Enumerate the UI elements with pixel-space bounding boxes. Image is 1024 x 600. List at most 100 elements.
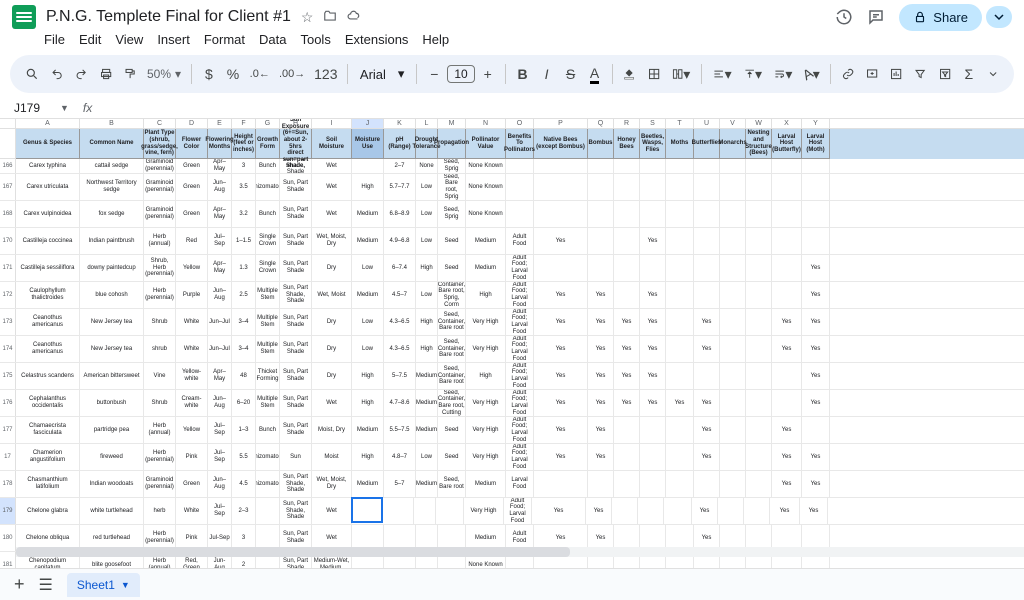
cell[interactable]: Adult Food; Larval Food xyxy=(506,390,534,416)
cell[interactable]: Multiple Stem xyxy=(256,336,280,362)
cell[interactable] xyxy=(352,159,384,173)
col-header-C[interactable]: C xyxy=(144,119,176,128)
cell[interactable]: 5–7 xyxy=(384,471,416,497)
cell[interactable]: Northwest Territory sedge xyxy=(80,174,144,200)
cell[interactable]: None Known xyxy=(466,159,506,173)
cell[interactable]: Sun, Part Shade xyxy=(280,201,312,227)
col-header-V[interactable]: V xyxy=(720,119,746,128)
cell[interactable]: High xyxy=(466,282,506,308)
cell[interactable] xyxy=(746,309,772,335)
cell[interactable] xyxy=(534,471,588,497)
cell[interactable]: Medium xyxy=(416,417,438,443)
cell[interactable]: Sun, Part Shade xyxy=(280,390,312,416)
cell[interactable] xyxy=(640,471,666,497)
horizontal-scrollbar[interactable] xyxy=(16,547,1024,557)
cell[interactable]: 5.5–7.5 xyxy=(384,417,416,443)
cell[interactable] xyxy=(614,444,640,470)
cell[interactable] xyxy=(351,497,383,523)
header-cell[interactable]: Genus & Species xyxy=(16,129,80,159)
currency-icon[interactable]: $ xyxy=(198,62,220,86)
cell[interactable]: Ceanothus americanus xyxy=(16,309,80,335)
cell[interactable] xyxy=(534,255,588,281)
font-select[interactable]: Arial▾ xyxy=(354,64,411,84)
cell[interactable] xyxy=(720,255,746,281)
cell[interactable]: Seed, Bare root, Sprig xyxy=(438,174,466,200)
cell[interactable] xyxy=(746,255,772,281)
cell[interactable]: Ceanothus americanus xyxy=(16,336,80,362)
col-header-T[interactable]: T xyxy=(666,119,694,128)
col-header-N[interactable]: N xyxy=(466,119,506,128)
cell[interactable] xyxy=(534,159,588,173)
col-header-P[interactable]: P xyxy=(534,119,588,128)
strikethrough-icon[interactable]: S xyxy=(560,62,582,86)
row-header[interactable]: 178 xyxy=(0,471,16,497)
cell[interactable]: Bunch xyxy=(256,159,280,173)
cell[interactable]: Chelone glabra xyxy=(16,498,80,524)
cell[interactable]: Sun, Part Shade xyxy=(280,228,312,254)
col-header-X[interactable]: X xyxy=(772,119,802,128)
cell[interactable]: Yes xyxy=(640,390,666,416)
cell[interactable]: Adult Food; Larval Food xyxy=(506,444,534,470)
cell[interactable]: Low xyxy=(352,309,384,335)
cell[interactable] xyxy=(720,201,746,227)
cell[interactable]: 5–7.5 xyxy=(384,363,416,389)
cell[interactable]: 2–7 xyxy=(384,159,416,173)
cell[interactable] xyxy=(802,228,830,254)
cell[interactable]: Seed xyxy=(438,417,466,443)
col-header-R[interactable]: R xyxy=(614,119,640,128)
cell[interactable]: Dry xyxy=(312,309,352,335)
cell[interactable]: Seed xyxy=(438,228,466,254)
cell[interactable]: Seed xyxy=(438,255,466,281)
merge-icon[interactable]: ▾ xyxy=(667,62,695,87)
cell[interactable]: Jun–Aug xyxy=(208,174,232,200)
cell[interactable]: Adult Food; Larval Food xyxy=(506,282,534,308)
cell[interactable]: Herb (annual) xyxy=(144,228,176,254)
cell[interactable]: Wet, Moist, Dry xyxy=(312,471,352,497)
cell[interactable]: Medium xyxy=(416,471,438,497)
cell[interactable] xyxy=(436,498,464,524)
cell[interactable]: 3.5 xyxy=(232,174,256,200)
header-cell[interactable]: Pollinator Value xyxy=(466,129,506,159)
cell[interactable]: New Jersey tea xyxy=(80,309,144,335)
increase-decimal-icon[interactable]: .00→ xyxy=(276,64,309,84)
cell[interactable]: Apr–May xyxy=(208,159,232,173)
cell[interactable]: Very High xyxy=(464,498,504,524)
cell[interactable]: Yellow xyxy=(176,255,208,281)
cell[interactable]: Low xyxy=(416,444,438,470)
cell[interactable] xyxy=(746,336,772,362)
menu-file[interactable]: File xyxy=(44,32,65,47)
cell[interactable] xyxy=(720,228,746,254)
cell[interactable]: Adult Food; Larval Food xyxy=(506,309,534,335)
cell[interactable] xyxy=(802,201,830,227)
cell[interactable]: 2–3 xyxy=(232,498,256,524)
cell[interactable]: Yellow-white xyxy=(176,363,208,389)
cell[interactable] xyxy=(746,471,772,497)
cell[interactable]: Herb (perennial) xyxy=(144,282,176,308)
cell[interactable] xyxy=(718,498,744,524)
cell[interactable]: Medium xyxy=(352,282,384,308)
cell[interactable]: Wet, Moist xyxy=(312,282,352,308)
cell[interactable] xyxy=(694,255,720,281)
row-header[interactable]: 174 xyxy=(0,336,16,362)
cell[interactable]: Medium xyxy=(416,363,438,389)
cell[interactable] xyxy=(666,417,694,443)
chevron-down-icon[interactable]: ▼ xyxy=(60,103,69,113)
cell[interactable]: Castilleja coccinea xyxy=(16,228,80,254)
cell[interactable]: Adult Food; Larval Food xyxy=(506,255,534,281)
cell[interactable]: Sun, Part Shade xyxy=(280,255,312,281)
cell[interactable]: Yes xyxy=(588,282,614,308)
cell[interactable] xyxy=(746,444,772,470)
row-header[interactable]: 177 xyxy=(0,417,16,443)
cell[interactable]: Shrub xyxy=(144,309,176,335)
filter-icon[interactable] xyxy=(909,63,931,85)
borders-icon[interactable] xyxy=(643,63,665,85)
cell[interactable]: Yes xyxy=(666,390,694,416)
cell[interactable]: High xyxy=(352,174,384,200)
cell[interactable]: Low xyxy=(416,201,438,227)
cell[interactable]: 6–7.4 xyxy=(384,255,416,281)
cell[interactable] xyxy=(382,498,414,524)
cell[interactable]: Medium xyxy=(352,417,384,443)
cell[interactable]: Jun–Aug xyxy=(208,471,232,497)
row-header[interactable]: 170 xyxy=(0,228,16,254)
cell[interactable]: 4.7–8.6 xyxy=(384,390,416,416)
